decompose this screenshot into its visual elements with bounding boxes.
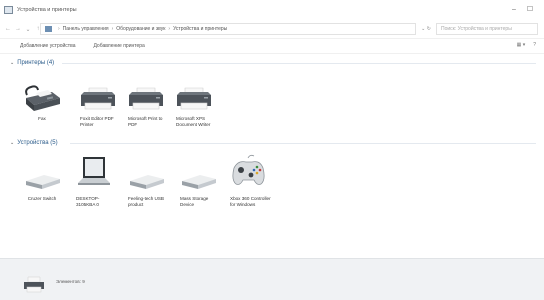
- folder-icon: [4, 6, 13, 14]
- usb-device-icon: [122, 158, 170, 192]
- device-label: Xbox 360 Controller for Windows: [230, 196, 271, 207]
- recent-locations-button[interactable]: ⌄: [23, 23, 33, 35]
- minimize-button[interactable]: –: [506, 3, 522, 15]
- printer-icon: [74, 78, 122, 112]
- fax-printer-icon: [18, 78, 66, 112]
- device-tile[interactable]: Microsoft Print to PDF: [122, 78, 170, 127]
- breadcrumb-item[interactable]: Оборудование и звук: [116, 26, 165, 32]
- device-tile[interactable]: Cruzer Switch: [18, 158, 66, 202]
- device-label: Mass Storage Device: [180, 196, 209, 207]
- printer-icon: [170, 78, 218, 112]
- device-label: Microsoft XPS Document Writer: [176, 116, 211, 127]
- chevron-down-icon: ⌄: [10, 140, 15, 146]
- chevron-down-icon: ⌄: [10, 60, 15, 66]
- usb-drive-icon: [174, 158, 222, 192]
- view-options-button[interactable]: ▦ ▾: [517, 42, 526, 48]
- search-input[interactable]: Поиск: Устройства и принтеры: [436, 23, 538, 35]
- device-tile[interactable]: Microsoft XPS Document Writer: [170, 78, 218, 127]
- address-field[interactable]: › Панель управления › Оборудование и зву…: [40, 23, 416, 35]
- title-bar: Устройства и принтеры – ☐: [0, 0, 544, 20]
- device-tile[interactable]: DESKTOP-3105KBA 0: [70, 152, 118, 207]
- maximize-button[interactable]: ☐: [522, 3, 538, 15]
- device-label: Foxit Editor PDF Printer: [80, 116, 114, 127]
- command-bar: Добавление устройства Добавление принтер…: [0, 38, 544, 54]
- group-title: Устройства (5): [17, 140, 58, 146]
- back-button[interactable]: ←: [3, 23, 13, 35]
- address-bar: ← → ⌄ ↑ › Панель управления › Оборудован…: [0, 20, 544, 38]
- breadcrumb-item[interactable]: Панель управления: [63, 26, 109, 32]
- help-button[interactable]: ?: [533, 42, 536, 48]
- group-header-printers[interactable]: ⌄ Принтеры (4): [10, 58, 54, 68]
- device-tile[interactable]: Xbox 360 Controller for Windows: [224, 152, 272, 207]
- control-panel-icon: [45, 26, 52, 32]
- device-label: DESKTOP-3105KBA 0: [76, 196, 100, 207]
- gamepad-icon: [224, 152, 272, 192]
- item-count: Элементов: 9: [56, 279, 85, 284]
- device-label: Fax: [38, 116, 46, 121]
- group-divider: [70, 143, 536, 144]
- device-label: Cruzer Switch: [27, 196, 57, 201]
- add-printer-button[interactable]: Добавление принтера: [93, 43, 144, 49]
- forward-button[interactable]: →: [13, 23, 23, 35]
- device-label: Feeling-tech USB product: [128, 196, 165, 207]
- window-title: Устройства и принтеры: [17, 7, 77, 13]
- device-tile[interactable]: Feeling-tech USB product: [122, 158, 170, 207]
- device-tile[interactable]: Mass Storage Device: [174, 158, 222, 207]
- printer-icon: [122, 78, 170, 112]
- group-header-devices[interactable]: ⌄ Устройства (5): [10, 138, 58, 148]
- refresh-button[interactable]: ⌄ ↻: [418, 24, 434, 34]
- breadcrumb-item[interactable]: Устройства и принтеры: [173, 26, 227, 32]
- details-pane: Элементов: 9: [0, 258, 544, 300]
- laptop-icon: [70, 152, 118, 192]
- window-controls: – ☐: [506, 3, 538, 15]
- device-tile[interactable]: Foxit Editor PDF Printer: [74, 78, 122, 127]
- devices-printers-icon: [22, 275, 48, 300]
- add-device-button[interactable]: Добавление устройства: [20, 43, 75, 49]
- group-title: Принтеры (4): [17, 60, 55, 66]
- device-label: Microsoft Print to PDF: [128, 116, 163, 127]
- device-tile[interactable]: Fax: [18, 78, 66, 122]
- usb-drive-icon: [18, 158, 66, 192]
- group-divider: [62, 63, 536, 64]
